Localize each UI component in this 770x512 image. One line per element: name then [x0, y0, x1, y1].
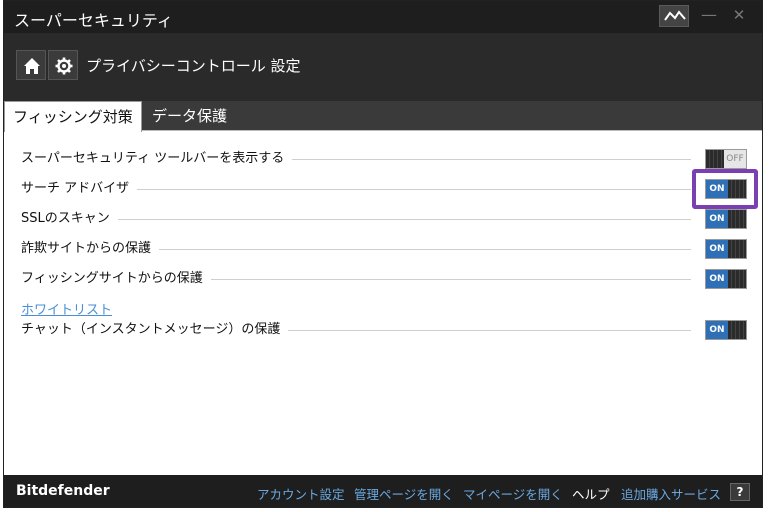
brand-logo: Bitdefender: [16, 483, 110, 499]
toggle-state: ON: [706, 321, 728, 339]
setting-row-search-advisor: サーチ アドバイザ ON: [21, 179, 747, 199]
ssl-scan-toggle[interactable]: ON: [705, 209, 747, 229]
setting-row-phishing-protection: フィッシングサイトからの保護 ON: [21, 269, 747, 289]
whitelist-link[interactable]: ホワイトリスト: [21, 299, 112, 318]
activity-graph-button[interactable]: [659, 5, 689, 27]
close-button[interactable]: ✕: [728, 5, 750, 27]
chat-protection-toggle[interactable]: ON: [705, 320, 747, 340]
setting-label: サーチ アドバイザ: [21, 179, 138, 199]
setting-label: チャット（インスタントメッセージ）の保護: [21, 320, 289, 340]
setting-label: 詐欺サイトからの保護: [21, 239, 160, 259]
toolbar-toggle[interactable]: OFF: [705, 149, 747, 169]
toggle-state: OFF: [726, 154, 744, 164]
setting-label: SSLのスキャン: [21, 209, 118, 229]
additional-purchase-link[interactable]: 追加購入サービス: [621, 484, 721, 503]
footer-bar: Bitdefender アカウント設定 管理ページを開く マイページを開く ヘル…: [4, 475, 762, 507]
tab-data-protection[interactable]: データ保護: [144, 101, 235, 131]
activity-graph-icon: [664, 10, 686, 21]
toggle-knob: [728, 270, 746, 288]
toggle-state: ON: [706, 240, 728, 258]
toggle-knob: [706, 150, 724, 168]
setting-row-fraud-protection: 詐欺サイトからの保護 ON: [21, 239, 747, 259]
home-icon: [24, 58, 40, 74]
tab-phishing-protection[interactable]: フィッシング対策: [4, 101, 142, 132]
row-divider: [21, 219, 691, 220]
toggle-knob: [728, 321, 746, 339]
fraud-protection-toggle[interactable]: ON: [705, 239, 747, 259]
home-button[interactable]: [16, 50, 46, 80]
title-bar: スーパーセキュリティ — ✕: [4, 1, 762, 33]
minimize-button[interactable]: —: [698, 5, 720, 27]
open-admin-page-link[interactable]: 管理ページを開く: [354, 484, 454, 503]
help-button[interactable]: ?: [730, 483, 750, 501]
highlight-annotation: [692, 169, 758, 209]
account-settings-link[interactable]: アカウント設定: [257, 484, 345, 503]
toggle-knob: [728, 240, 746, 258]
toggle-state: ON: [706, 210, 728, 228]
settings-button[interactable]: [48, 50, 78, 80]
window-title: スーパーセキュリティ: [14, 11, 173, 30]
phishing-protection-toggle[interactable]: ON: [705, 269, 747, 289]
gear-icon: [55, 57, 73, 75]
setting-row-chat-protection: チャット（インスタントメッセージ）の保護 ON: [21, 320, 747, 340]
app-window: スーパーセキュリティ — ✕ プライバシーコントロール 設定 フィッシング対策 …: [3, 0, 763, 508]
setting-label: スーパーセキュリティ ツールバーを表示する: [21, 149, 293, 169]
setting-row-ssl-scan: SSLのスキャン ON: [21, 209, 747, 229]
open-my-page-link[interactable]: マイページを開く: [463, 484, 563, 503]
page-title: プライバシーコントロール 設定: [86, 57, 301, 75]
help-link[interactable]: ヘルプ: [572, 484, 610, 503]
toggle-knob: [728, 210, 746, 228]
toggle-state: ON: [706, 270, 728, 288]
setting-row-toolbar: スーパーセキュリティ ツールバーを表示する OFF: [21, 149, 747, 169]
page-header: プライバシーコントロール 設定: [4, 33, 762, 101]
tab-bar: フィッシング対策 データ保護: [4, 101, 762, 132]
setting-label: フィッシングサイトからの保護: [21, 269, 211, 289]
